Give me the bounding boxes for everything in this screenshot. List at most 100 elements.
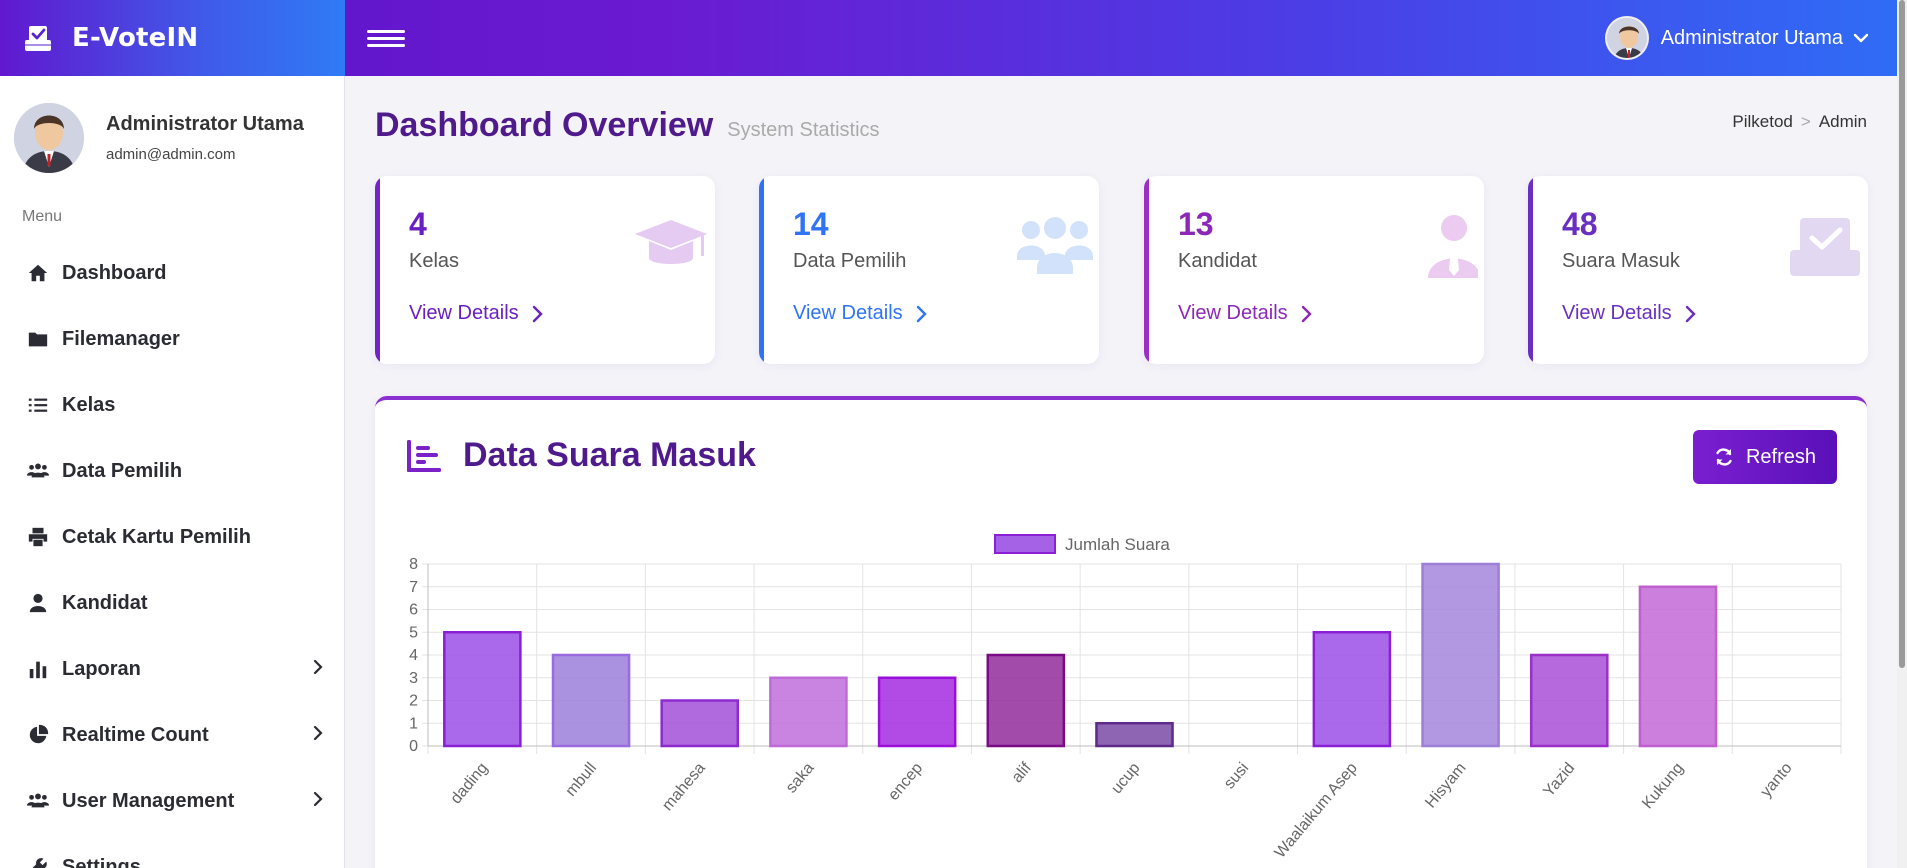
bar-encep: [877, 676, 957, 748]
view-details-link[interactable]: View Details: [409, 302, 715, 325]
vote-chart-panel: Data Suara Masuk Refresh 0 1 2 3 4 5 6 7 8 Jumlah…: [375, 396, 1867, 868]
y-tick-label: 8: [409, 556, 418, 573]
y-tick-label: 6: [409, 602, 418, 619]
graduation-cap-icon: [635, 220, 707, 264]
refresh-label: Refresh: [1745, 445, 1817, 468]
stat-card-suara-masuk: 48 Suara Masuk View Details: [1528, 176, 1868, 364]
page-subtitle: System Statistics: [727, 119, 880, 141]
sidebar-item-filemanager[interactable]: Filemanager: [0, 306, 344, 372]
link-label: View Details: [1562, 302, 1672, 324]
page-title: Dashboard Overview: [375, 106, 714, 144]
scrollbar-thumb[interactable]: [1899, 0, 1905, 668]
profile-name: Administrator Utama: [106, 113, 304, 135]
bar-chart-icon: [26, 657, 50, 681]
breadcrumb-separator: >: [1800, 112, 1811, 131]
avatar: [14, 103, 84, 173]
bar-hisyam: [1421, 562, 1500, 748]
sidebar-item-dashboard[interactable]: Dashboard: [0, 240, 344, 306]
view-details-link[interactable]: View Details: [1178, 302, 1484, 325]
bar-saka: [769, 676, 848, 748]
brand-name: E-VoteIN: [72, 23, 199, 53]
wrench-icon: [26, 855, 50, 868]
x-tick-label: Waalaikum Asep: [1272, 760, 1361, 862]
panel-header: Data Suara Masuk: [405, 436, 756, 475]
x-tick-label: encep: [885, 760, 926, 804]
sidebar-item-data-pemilih[interactable]: Data Pemilih: [0, 438, 344, 504]
view-details-link[interactable]: View Details: [1562, 302, 1868, 325]
avatar: [1604, 16, 1649, 60]
x-tick-label: ucup: [1108, 760, 1143, 798]
sidebar-item-label: User Management: [62, 789, 235, 812]
stat-card-kandidat: 13 Kandidat View Details: [1144, 176, 1484, 364]
stat-cards: 4 Kelas View Details 14 Data Pemilih Vie…: [375, 176, 1868, 364]
breadcrumb-item[interactable]: Pilketod: [1732, 112, 1792, 131]
vote-bar-chart: 0 1 2 3 4 5 6 7 8 Jumlah Suara dading mbull mahesa sa…: [409, 534, 1842, 862]
sidebar-item-cetak-kartu-pemilih[interactable]: Cetak Kartu Pemilih: [0, 504, 344, 570]
chevron-down-icon: [1853, 33, 1869, 43]
refresh-button[interactable]: Refresh: [1693, 430, 1837, 484]
sidebar-item-kelas[interactable]: Kelas: [0, 372, 344, 438]
bar-mahesa: [660, 699, 740, 748]
y-tick-label: 0: [409, 738, 418, 755]
y-tick-label: 1: [409, 715, 418, 732]
page-scrollbar[interactable]: [1897, 0, 1907, 868]
pie-chart-icon: [26, 723, 50, 747]
vote-box-icon: [25, 26, 51, 51]
link-label: View Details: [793, 302, 903, 324]
bar-kukung: [1638, 585, 1718, 748]
chevron-right-icon: [310, 658, 326, 681]
sidebar-item-label: Filemanager: [62, 327, 180, 350]
users-icon: [1017, 217, 1093, 274]
sidebar-toggle-button[interactable]: [345, 0, 427, 76]
x-tick-label: dading: [448, 760, 492, 808]
chevron-right-icon: [310, 724, 326, 747]
sidebar-item-realtime-count[interactable]: Realtime Count: [0, 702, 344, 768]
sidebar-item-settings[interactable]: Settings: [0, 834, 344, 868]
folder-icon: [26, 327, 50, 351]
sidebar-item-label: Kelas: [62, 393, 116, 416]
y-tick-label: 7: [409, 579, 418, 596]
navbar-spacer: [427, 0, 1605, 76]
bar-mbull: [551, 653, 631, 748]
sidebar-item-kandidat[interactable]: Kandidat: [0, 570, 344, 636]
x-tick-label: mahesa: [659, 760, 709, 815]
x-tick-label: alif: [1009, 759, 1036, 786]
chart-bar-icon: [407, 439, 441, 472]
x-tick-label: Hisyam: [1422, 760, 1469, 812]
user-tie-icon: [1428, 215, 1478, 278]
y-tick-label: 5: [409, 624, 418, 641]
sidebar-item-laporan[interactable]: Laporan: [0, 636, 344, 702]
view-details-link[interactable]: View Details: [793, 302, 1099, 325]
sidebar-item-user-management[interactable]: User Management: [0, 768, 344, 834]
printer-icon: [26, 525, 50, 549]
chevron-right-icon: [310, 790, 326, 813]
link-label: View Details: [1178, 302, 1288, 324]
brand[interactable]: E-VoteIN: [0, 0, 345, 76]
x-tick-label: Kukung: [1639, 760, 1687, 812]
x-tick-label: yanto: [1758, 760, 1796, 801]
y-tick-label: 3: [409, 670, 418, 687]
user-menu-dropdown[interactable]: Administrator Utama: [1604, 0, 1897, 76]
list-icon: [26, 393, 50, 417]
chevron-right-icon: [1685, 305, 1696, 322]
user-icon: [26, 591, 50, 615]
y-tick-label: 4: [409, 647, 418, 664]
page-header: Dashboard Overview System Statistics Pil…: [375, 106, 1867, 150]
user-name: Administrator Utama: [1660, 26, 1843, 49]
sidebar-profile: Administrator Utama admin@admin.com: [0, 76, 344, 186]
vote-box-icon: [1790, 218, 1860, 276]
top-navbar: E-VoteIN Administrator Utama: [0, 0, 1897, 76]
home-icon: [26, 261, 50, 285]
x-tick-label: saka: [783, 760, 818, 797]
legend-label: Jumlah Suara: [1065, 535, 1170, 554]
bar-dading: [443, 631, 522, 748]
bar-ucup: [1095, 722, 1174, 748]
bar-yazid: [1529, 653, 1609, 748]
sidebar-item-label: Realtime Count: [62, 723, 209, 746]
x-tick-label: susi: [1221, 760, 1252, 793]
users-icon: [26, 459, 50, 483]
x-tick-label: mbull: [563, 760, 601, 800]
main-content: Dashboard Overview System Statistics Pil…: [345, 76, 1897, 868]
menu-heading: Menu: [22, 208, 63, 225]
users-icon: [26, 789, 50, 813]
